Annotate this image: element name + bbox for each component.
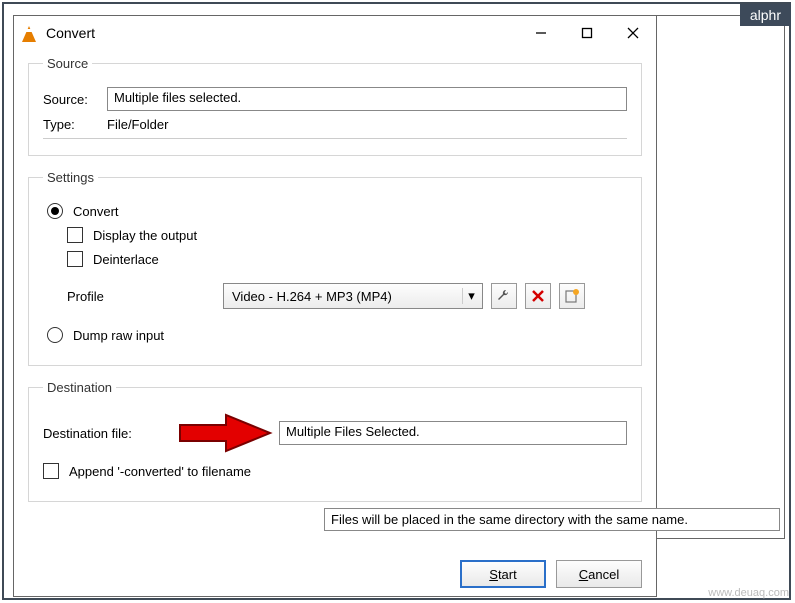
cancel-button[interactable]: Cancel [556,560,642,588]
watermark-text: www.deuaq.com [708,587,789,599]
annotation-arrow-icon [169,411,279,455]
radio-icon [47,327,63,343]
delete-profile-button[interactable] [525,283,551,309]
type-value: File/Folder [107,117,168,132]
destination-group: Destination Destination file: Multiple F… [28,380,642,502]
type-label: Type: [43,117,107,132]
radio-icon [47,203,63,219]
append-converted-label: Append '-converted' to filename [69,464,251,479]
profile-value: Video - H.264 + MP3 (MP4) [232,289,392,304]
checkbox-icon [43,463,59,479]
display-output-checkbox[interactable]: Display the output [67,227,627,243]
convert-radio-label: Convert [73,204,119,219]
delete-icon [531,289,545,303]
source-group: Source Source: Multiple files selected. … [28,56,642,156]
maximize-icon [581,27,593,39]
source-label: Source: [43,92,107,107]
new-profile-button[interactable] [559,283,585,309]
window-title: Convert [46,25,518,41]
dialog-footer: Start Cancel [14,556,656,596]
destination-file-label: Destination file: [43,426,169,441]
destination-file-input[interactable]: Multiple Files Selected. [279,421,627,445]
close-button[interactable] [610,16,656,50]
profile-dropdown[interactable]: Video - H.264 + MP3 (MP4) ▾ [223,283,483,309]
dump-raw-radio[interactable]: Dump raw input [47,327,627,343]
background-window [655,15,785,539]
titlebar: Convert [14,16,656,50]
brand-badge: alphr [740,4,791,26]
window-controls [518,16,656,50]
minimize-icon [535,27,547,39]
settings-legend: Settings [43,170,98,185]
deinterlace-checkbox[interactable]: Deinterlace [67,251,627,267]
destination-legend: Destination [43,380,116,395]
checkbox-icon [67,251,83,267]
close-icon [627,27,639,39]
edit-profile-button[interactable] [491,283,517,309]
new-profile-icon [564,288,580,304]
chevron-down-icon: ▾ [462,288,480,304]
profile-label: Profile [67,289,215,304]
settings-group: Settings Convert Display the output Dein… [28,170,642,366]
maximize-button[interactable] [564,16,610,50]
vlc-cone-icon [20,24,38,42]
minimize-button[interactable] [518,16,564,50]
source-input[interactable]: Multiple files selected. [107,87,627,111]
display-output-label: Display the output [93,228,197,243]
deinterlace-label: Deinterlace [93,252,159,267]
append-converted-checkbox[interactable]: Append '-converted' to filename [43,463,627,479]
source-legend: Source [43,56,92,71]
dump-raw-label: Dump raw input [73,328,164,343]
destination-tooltip: Files will be placed in the same directo… [324,508,780,531]
convert-radio[interactable]: Convert [47,203,627,219]
wrench-icon [496,288,512,304]
start-button[interactable]: Start [460,560,546,588]
cancel-button-rest: ancel [588,567,619,582]
checkbox-icon [67,227,83,243]
start-button-rest: tart [498,567,517,582]
